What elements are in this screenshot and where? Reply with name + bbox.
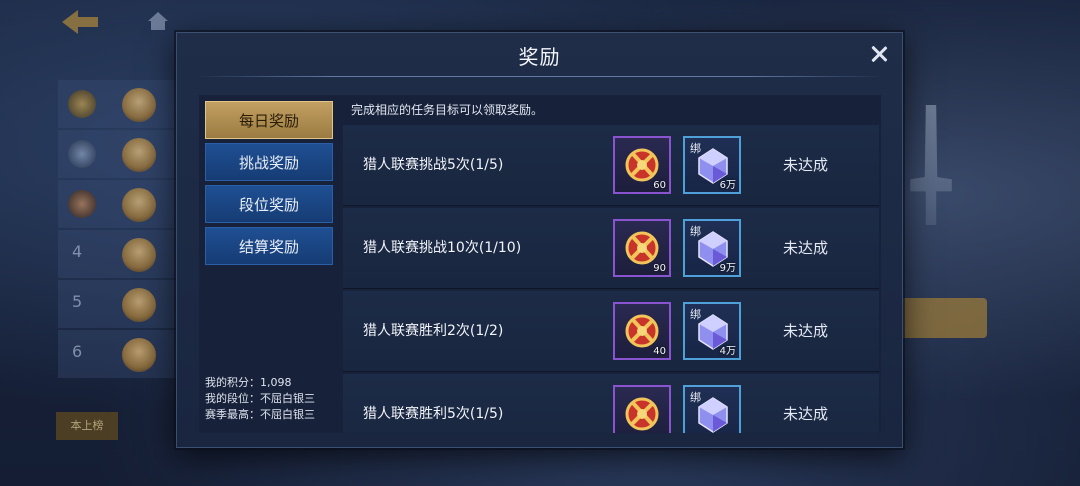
avatar: [122, 88, 156, 122]
sword-icon: [910, 105, 952, 225]
home-icon: [148, 12, 168, 30]
reward-medal[interactable]: 90: [613, 219, 671, 277]
reward-dialog: 奖励 每日奖励 挑战奖励 段位奖励 结算奖励 我的积分：1,098 我的段位：不…: [176, 32, 903, 448]
medal-icon: [625, 148, 659, 182]
gem-icon: [698, 397, 728, 433]
my-score: 我的积分：1,098: [205, 376, 292, 389]
task-status: 未达成: [783, 405, 829, 423]
tab-rank-reward[interactable]: 段位奖励: [205, 185, 333, 223]
reward-count: 9万: [719, 263, 736, 274]
rank-badge-icon: [68, 190, 96, 218]
close-icon[interactable]: [868, 43, 890, 65]
task-status: 未达成: [783, 239, 829, 257]
avatar: [122, 288, 156, 322]
dialog-header: 奖励: [177, 33, 902, 77]
rank-number: 4: [72, 242, 83, 261]
task-hint: 完成相应的任务目标可以领取奖励。: [351, 103, 544, 117]
reward-medal[interactable]: 40: [613, 302, 671, 360]
bg-row: [58, 130, 178, 178]
bg-row: 5: [58, 280, 178, 328]
reward-gem[interactable]: 绑 9万: [683, 219, 741, 277]
reward-count: 40: [653, 346, 666, 357]
bg-action-button: [895, 298, 987, 338]
task-status: 未达成: [783, 322, 829, 340]
task-row: 猎人联赛挑战5次(1/5) 60 绑 6万 未达成: [343, 125, 879, 206]
bg-row: [58, 180, 178, 228]
avatar: [122, 138, 156, 172]
avatar: [122, 338, 156, 372]
medal-icon: [625, 314, 659, 348]
tab-challenge-reward[interactable]: 挑战奖励: [205, 143, 333, 181]
reward-medal[interactable]: 60: [613, 136, 671, 194]
medal-icon: [625, 397, 659, 431]
tab-settlement-reward[interactable]: 结算奖励: [205, 227, 333, 265]
task-name: 猎人联赛胜利2次(1/2): [363, 323, 504, 339]
task-name: 猎人联赛挑战5次(1/5): [363, 157, 504, 173]
avatar: [122, 188, 156, 222]
reward-count: 60: [653, 180, 666, 191]
reward-count: 6万: [719, 180, 736, 191]
task-row: 猎人联赛胜利2次(1/2) 40 绑 4万 未达成: [343, 291, 879, 372]
bg-rank-button: 本上榜: [56, 412, 118, 440]
bg-row: 4: [58, 230, 178, 278]
reward-count: 90: [653, 263, 666, 274]
task-list-panel: 完成相应的任务目标可以领取奖励。 猎人联赛挑战5次(1/5) 60 绑 6万 未…: [341, 95, 881, 433]
my-rank: 我的段位：不屈白银三: [205, 392, 315, 405]
rank-badge-icon: [68, 140, 96, 168]
header-divider: [195, 76, 884, 77]
rank-badge-icon: [68, 90, 96, 118]
reward-tab-sidebar: 每日奖励 挑战奖励 段位奖励 结算奖励 我的积分：1,098 我的段位：不屈白银…: [199, 95, 341, 433]
bg-row: 6: [58, 330, 178, 378]
medal-icon: [625, 231, 659, 265]
rank-number: 6: [72, 342, 83, 361]
background-ranking-list: 4 5 6: [58, 80, 178, 440]
task-status: 未达成: [783, 156, 829, 174]
rank-number: 5: [72, 292, 83, 311]
task-name: 猎人联赛挑战10次(1/10): [363, 240, 522, 256]
reward-gem[interactable]: 绑 6万: [683, 136, 741, 194]
avatar: [122, 238, 156, 272]
dialog-title: 奖励: [518, 45, 561, 69]
bg-row: [58, 80, 178, 128]
reward-gem[interactable]: 绑: [683, 385, 741, 433]
reward-medal[interactable]: [613, 385, 671, 433]
task-row: 猎人联赛胜利5次(1/5) 绑 未达成: [343, 374, 879, 433]
tab-daily-reward[interactable]: 每日奖励: [205, 101, 333, 139]
player-stats: 我的积分：1,098 我的段位：不屈白银三 赛季最高：不屈白银三: [205, 375, 315, 423]
task-row: 猎人联赛挑战10次(1/10) 90 绑 9万 未达成: [343, 208, 879, 289]
reward-count: 4万: [719, 346, 736, 357]
task-name: 猎人联赛胜利5次(1/5): [363, 406, 504, 422]
reward-gem[interactable]: 绑 4万: [683, 302, 741, 360]
back-arrow-icon: [62, 10, 98, 34]
season-best: 赛季最高：不屈白银三: [205, 408, 315, 421]
